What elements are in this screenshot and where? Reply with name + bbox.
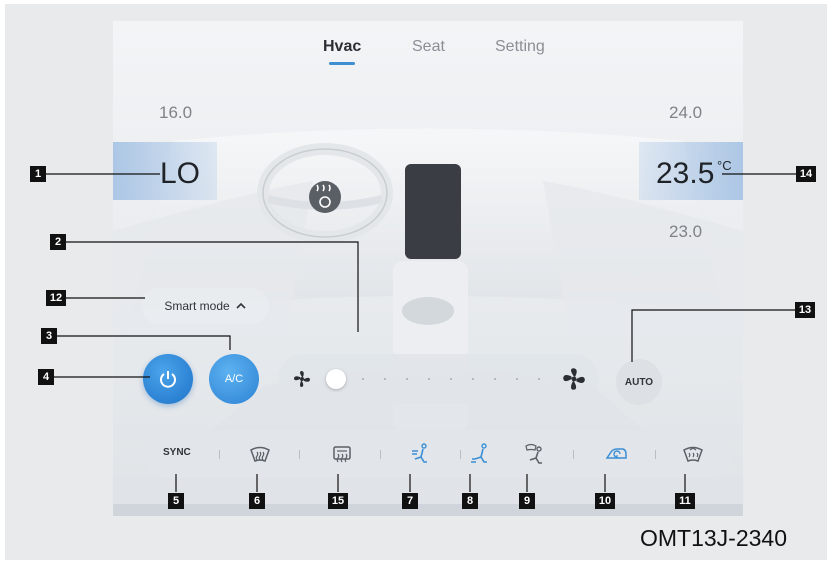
callout-5: 5 — [168, 493, 184, 509]
divider — [380, 450, 381, 459]
ac-button[interactable]: A/C — [209, 354, 259, 404]
sync-button[interactable]: SYNC — [163, 447, 191, 458]
recirculation-icon[interactable] — [605, 442, 629, 466]
callout-8: 8 — [462, 493, 478, 509]
callout-12: 12 — [46, 290, 66, 306]
right-temp-current[interactable]: 23.5 — [656, 157, 714, 191]
figure-code: OMT13J-2340 — [640, 525, 788, 551]
callout-9: 9 — [519, 493, 535, 509]
power-icon — [160, 371, 176, 388]
left-temp-upper[interactable]: 16.0 — [159, 103, 192, 123]
callout-7: 7 — [402, 493, 418, 509]
right-temp-lower[interactable]: 23.0 — [669, 222, 702, 242]
tab-hvac[interactable]: Hvac — [323, 38, 361, 56]
divider — [655, 450, 656, 459]
divider — [299, 450, 300, 459]
airflow-bar: SYNC — [143, 430, 733, 478]
screen-bottom-strip — [113, 504, 743, 516]
hvac-screen: Hvac Seat Setting 16.0 LO 24.0 23.5 °C 2… — [113, 21, 743, 516]
airflow-face-icon[interactable] — [409, 442, 433, 466]
airflow-windshield-feet-icon[interactable] — [523, 442, 547, 466]
callout-11: 11 — [675, 493, 695, 509]
right-temp-upper[interactable]: 24.0 — [669, 103, 702, 123]
chevron-up-icon — [236, 302, 246, 309]
callout-3: 3 — [41, 328, 57, 344]
callout-6: 6 — [249, 493, 265, 509]
auto-button[interactable]: AUTO — [616, 359, 662, 405]
divider — [219, 450, 220, 459]
fan-high-icon — [563, 368, 585, 390]
rear-defrost-icon[interactable] — [330, 442, 354, 466]
fan-low-icon — [294, 371, 310, 387]
left-temp-current[interactable]: LO — [160, 157, 200, 191]
callout-15: 15 — [328, 493, 348, 509]
max-defrost-icon[interactable] — [681, 442, 705, 466]
callout-4: 4 — [38, 369, 54, 385]
fan-level-dots — [362, 378, 542, 380]
ac-label: A/C — [224, 373, 244, 385]
power-button[interactable] — [143, 354, 193, 404]
front-defrost-icon[interactable] — [248, 442, 272, 466]
airflow-feet-icon[interactable] — [469, 442, 493, 466]
divider — [460, 450, 461, 459]
callout-14: 14 — [796, 166, 816, 182]
figure-frame: Hvac Seat Setting 16.0 LO 24.0 23.5 °C 2… — [5, 4, 827, 560]
callout-2: 2 — [50, 234, 66, 250]
fan-slider-knob[interactable] — [326, 369, 346, 389]
tab-seat[interactable]: Seat — [412, 38, 445, 56]
fan-speed-slider[interactable] — [278, 354, 598, 404]
callout-13: 13 — [795, 302, 815, 318]
callout-10: 10 — [595, 493, 615, 509]
callout-1: 1 — [30, 166, 46, 182]
active-tab-indicator — [329, 62, 355, 65]
smart-mode-button[interactable]: Smart mode — [141, 288, 269, 324]
divider — [573, 450, 574, 459]
auto-label: AUTO — [624, 376, 654, 388]
tab-setting[interactable]: Setting — [495, 38, 545, 56]
smart-mode-label: Smart mode — [164, 299, 230, 313]
temp-unit: °C — [717, 158, 732, 173]
